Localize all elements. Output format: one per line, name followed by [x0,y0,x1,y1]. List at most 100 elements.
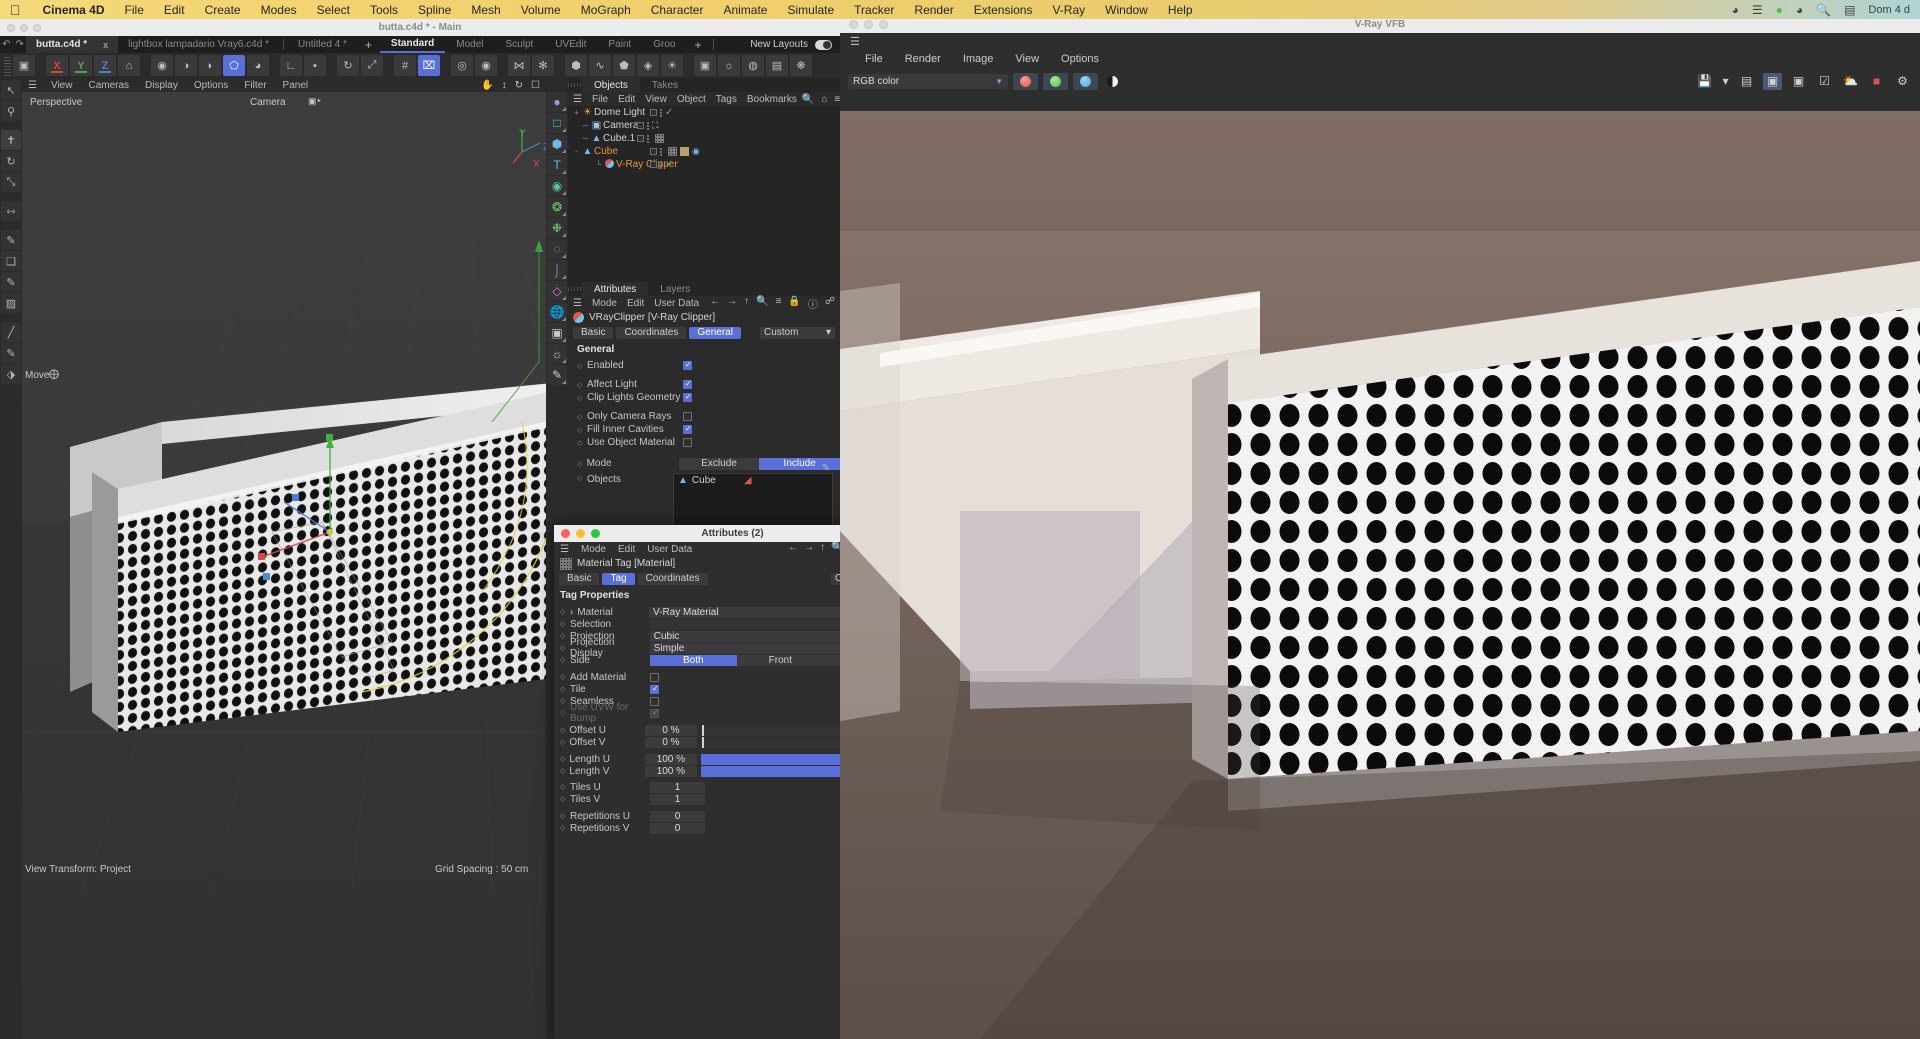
camera-icon[interactable]: ▣ [694,55,716,76]
object-row-cube1[interactable]: ─ ▲ Cube.1 [568,132,840,145]
visibility-toggle[interactable] [650,109,657,116]
menu-vray[interactable]: V-Ray [1042,3,1095,17]
back-icon[interactable]: ← [788,542,798,557]
mograph-icon[interactable]: ❋ [790,55,812,76]
menu-window[interactable]: Window [1095,3,1158,17]
vfb-menu-image[interactable]: Image [952,53,1005,65]
wifi-icon[interactable]: ◕ [1796,3,1803,17]
keyframe-icon[interactable]: ◇ [560,783,570,791]
viewport-hamburger-icon[interactable]: ☰ [22,80,43,91]
spline-icon[interactable]: ∿ [589,55,611,76]
equalizer-icon[interactable]: ☰ [1752,3,1763,17]
blue-channel-button[interactable] [1073,73,1098,90]
mode-segmented-control[interactable]: Exclude Include [679,458,840,470]
viewport-canvas[interactable]: Perspective Camera ▣‣ Y Z X Move ⨁ View … [22,92,546,1039]
keyframe-icon[interactable]: ◇ [560,632,570,640]
menu-tracker[interactable]: Tracker [844,3,904,17]
home-icon[interactable]: ⌂ [821,94,827,105]
forward-icon[interactable]: → [727,296,737,311]
phong-tag-icon[interactable]: ◉ [692,146,700,157]
vfb-menu-options[interactable]: Options [1050,53,1110,65]
menu-app-name[interactable]: Cinema 4D [33,3,115,17]
cloner-object-icon[interactable]: ❂ [547,197,567,217]
keyframe-icon[interactable]: ◇ [560,697,570,705]
tab-model[interactable]: Model [445,36,494,53]
render-region-icon[interactable]: ◉ [475,55,497,76]
keyframe-icon[interactable]: ◇ [560,726,569,734]
text-object-icon[interactable]: T [547,155,567,175]
light-icon[interactable]: ☼ [718,55,740,76]
menu-select[interactable]: Select [307,3,360,17]
texture-tag-icon[interactable] [680,147,689,156]
zoom-icon[interactable]: ↕ [502,80,507,91]
visibility-toggle[interactable] [650,148,657,155]
save-dropdown-icon[interactable]: ▾ [1721,73,1730,90]
keyframe-icon[interactable]: ◇ [560,767,569,775]
timeline-icon[interactable]: ▤ [766,55,788,76]
tab-groo[interactable]: Groo [642,36,686,53]
red-channel-button[interactable] [1013,73,1038,90]
selection-tool-icon[interactable]: ↖ [1,80,21,100]
new-layouts-toggle[interactable] [815,40,832,50]
attr-row-affect-light[interactable]: ◇ Affect Light [568,378,840,391]
viewport-menu-options[interactable]: Options [186,80,236,91]
tab-standard[interactable]: Standard [380,36,445,53]
generator-icon[interactable]: ⬟ [613,55,635,76]
keyframe-icon[interactable]: ◇ [577,413,587,421]
enabled-checkbox[interactable] [683,361,692,370]
deformer-object-icon[interactable]: ◌ [547,239,567,259]
attr-row-only-camera-rays[interactable]: ◇ Only Camera Rays [568,410,840,423]
expand-icon[interactable]: + [572,108,581,117]
enable-axis-icon[interactable]: ▪ [304,55,326,76]
tab-objects[interactable]: Objects [582,78,640,92]
back-icon[interactable]: ← [710,296,720,311]
menu-character[interactable]: Character [641,3,714,17]
render-view-icon[interactable]: ◎ [451,55,473,76]
camera-object-icon[interactable]: ▣ [547,323,567,343]
keyframe-icon[interactable]: ◇ [560,656,570,664]
plane-object-icon[interactable]: □ [547,113,567,133]
vfb-hamburger-icon[interactable]: ☰ [850,35,860,48]
up-icon[interactable]: ↑ [820,542,825,557]
spline-object-icon[interactable]: ◉ [547,176,567,196]
history-icon[interactable]: ▤ [1737,73,1756,90]
rotate-tool-icon[interactable]: ↻ [1,151,21,171]
close-icon[interactable]: x [103,40,108,50]
snap-lock-icon[interactable]: ⌧ [418,55,440,76]
attr2-hamburger-icon[interactable]: ☰ [554,544,575,555]
subtab-basic[interactable]: Basic [573,327,613,339]
deformer-icon[interactable]: ◈ [637,55,659,76]
channel-dropdown[interactable]: RGB color ▼ [848,74,1008,89]
viewport-menu-filter[interactable]: Filter [236,80,274,91]
vray-vfb-window[interactable]: V-Ray VFB ☰ File Render Image View Optio… [840,15,1920,1039]
sky-object-icon[interactable]: 🌐 [547,302,567,322]
viewport-menu-display[interactable]: Display [137,80,186,91]
undo-redo-group[interactable]: ↶↷ [0,39,26,50]
clip-lights-geometry-checkbox[interactable] [683,393,692,402]
green-channel-button[interactable] [1043,73,1068,90]
keyframe-icon[interactable]: ◇ [577,362,587,370]
objects-link-entry[interactable]: ▲ Cube ◢ [674,474,832,487]
menu-volume[interactable]: Volume [511,3,571,17]
viewport-camera-icon[interactable]: ▣‣ [308,96,322,107]
attr2-menu-mode[interactable]: Mode [575,544,612,555]
object-tree[interactable]: + ☀ Dome Light ✓ ─ ▣ Camera ⛶ ─ ▲ Cube.1 [568,106,840,282]
om-menu-tags[interactable]: Tags [711,94,742,105]
scale-icon[interactable]: ⤢ [361,55,383,76]
keyframe-icon[interactable]: ◇ [560,673,570,681]
menu-simulate[interactable]: Simulate [777,3,844,17]
side-both-button[interactable]: Both [650,655,737,666]
keyframe-icon[interactable]: ◇ [560,812,570,820]
record-dot-icon[interactable]: ● [1776,3,1783,17]
uv-tool-icon[interactable]: ⬗ [1,364,21,384]
attr-row-clip-lights-geometry[interactable]: ◇ Clip Lights Geometry [568,391,840,404]
add-tab-icon[interactable]: + [357,38,380,52]
transform-tool-icon[interactable]: ⇿ [1,201,21,221]
panel-grip[interactable] [568,78,582,92]
om-menu-view[interactable]: View [640,94,672,105]
expand-arrow-icon[interactable]: › [570,607,573,618]
menu-mograph[interactable]: MoGraph [571,3,641,17]
eyedropper-icon[interactable]: ✎ [822,463,830,474]
keyframe-icon[interactable]: ◇ [560,738,569,746]
keyframe-icon[interactable]: ◇ [560,685,570,693]
